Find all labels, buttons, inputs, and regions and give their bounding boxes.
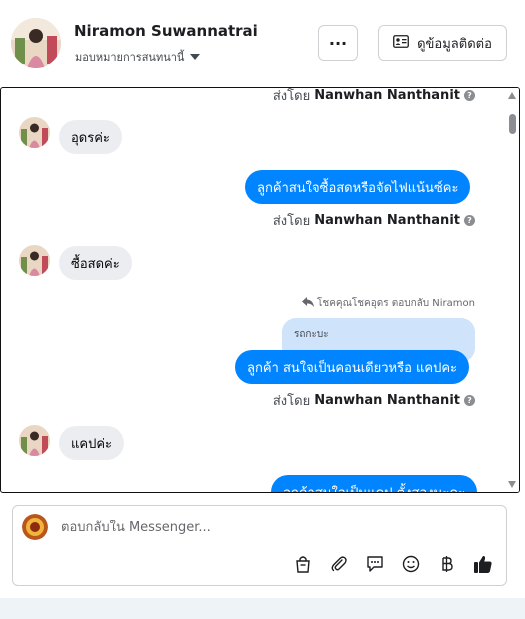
incoming-message[interactable]: อุดรค่ะ — [59, 120, 122, 154]
scrollbar[interactable] — [505, 88, 519, 492]
customer-name: Niramon Suwannatrai — [74, 22, 258, 40]
quoted-text: รถกะบะ — [294, 329, 329, 340]
conversation-header: Niramon Suwannatrai มอบหมายการสนทนานี้ ·… — [0, 0, 525, 87]
reply-arrow-icon — [302, 297, 315, 310]
more-icon: ··· — [328, 33, 348, 53]
scroll-up-icon[interactable] — [508, 92, 516, 99]
agent-name: Nanwhan Nanthanit — [314, 88, 460, 103]
sent-by-prefix: ส่งโดย — [272, 214, 311, 229]
shopping-bag-icon[interactable] — [292, 553, 314, 575]
incoming-message[interactable]: แคปค่ะ — [59, 426, 125, 460]
customer-avatar-small[interactable] — [19, 117, 50, 148]
info-icon[interactable]: ? — [464, 395, 475, 406]
message-thread[interactable]: ส่งโดย Nanwhan Nanthanit ? อุดรค่ะ ลูกค้… — [0, 87, 520, 493]
more-options-button[interactable]: ··· — [318, 25, 358, 61]
customer-avatar-small[interactable] — [19, 425, 50, 456]
reply-input[interactable] — [61, 520, 461, 535]
footer-strip — [0, 598, 525, 619]
sent-by-prefix: ส่งโดย — [272, 89, 311, 104]
customer-avatar[interactable] — [11, 18, 61, 68]
sent-by-line: ส่งโดย Nanwhan Nanthanit ? — [272, 88, 475, 106]
emoji-icon[interactable] — [400, 553, 422, 575]
view-contact-button[interactable]: ดูข้อมูลติดต่อ — [378, 25, 507, 61]
contact-card-icon — [393, 34, 409, 52]
incoming-message[interactable]: ซื้อสดค่ะ — [59, 246, 132, 280]
assign-conversation-dropdown[interactable]: มอบหมายการสนทนานี้ — [75, 48, 201, 66]
info-icon[interactable]: ? — [464, 90, 475, 101]
sent-by-line: ส่งโดย Nanwhan Nanthanit ? — [273, 210, 475, 231]
composer-toolbar — [292, 553, 494, 575]
sent-by-prefix: ส่งโดย — [272, 394, 311, 409]
reply-info: โชคคุณโชคอุดร ตอบกลับ Niramon — [302, 296, 475, 311]
baht-icon[interactable] — [436, 553, 458, 575]
scroll-down-icon[interactable] — [508, 481, 516, 488]
scroll-thumb[interactable] — [509, 114, 516, 134]
saved-reply-icon[interactable] — [364, 553, 386, 575]
agent-name: Nanwhan Nanthanit — [314, 393, 460, 408]
outgoing-message[interactable]: ลูกค้าสนใจซื้อสดหรือจัดไฟแน้นซ์คะ — [245, 170, 471, 204]
paperclip-icon[interactable] — [328, 553, 350, 575]
customer-avatar-small[interactable] — [19, 245, 50, 276]
page-avatar — [22, 514, 48, 540]
reply-info-text: โชคคุณโชคอุดร ตอบกลับ Niramon — [317, 298, 475, 309]
sent-by-line: ส่งโดย Nanwhan Nanthanit ? — [273, 390, 475, 411]
outgoing-message[interactable]: ลูกค้า สนใจเป็นคอนเดียวหรือ แคปคะ — [235, 350, 470, 384]
outgoing-message[interactable]: ลูกค้าสนใจเป็นแคป ตั้งสองนะคะ — [271, 475, 478, 492]
view-contact-label: ดูข้อมูลติดต่อ — [417, 36, 492, 52]
agent-name: Nanwhan Nanthanit — [314, 213, 460, 228]
caret-down-icon — [190, 54, 201, 60]
assign-label: มอบหมายการสนทนานี้ — [75, 51, 185, 64]
like-icon[interactable] — [472, 553, 494, 575]
info-icon[interactable]: ? — [464, 215, 475, 226]
message-composer — [12, 505, 507, 586]
